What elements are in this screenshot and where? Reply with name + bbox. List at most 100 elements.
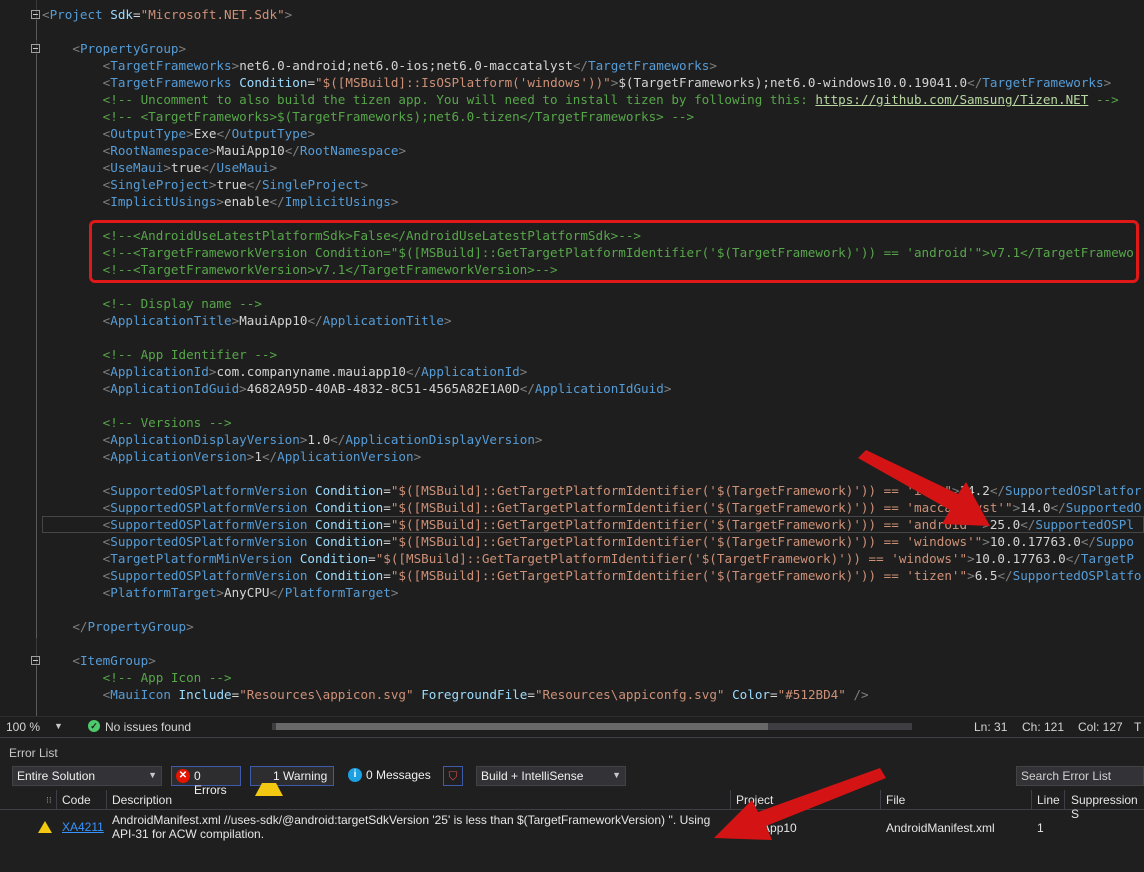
header-file[interactable]: File xyxy=(886,793,905,807)
code-line[interactable]: <SingleProject>true</SingleProject> xyxy=(42,176,1144,193)
code-line[interactable]: <!--<TargetFrameworkVersion>v7.1</Target… xyxy=(42,261,1144,278)
line-number: Ln: 31 xyxy=(974,720,1008,734)
code-line[interactable]: <SupportedOSPlatformVersion Condition="$… xyxy=(42,533,1144,550)
header-project[interactable]: Project xyxy=(736,793,773,807)
code-line[interactable]: <TargetPlatformMinVersion Condition="$([… xyxy=(42,550,1144,567)
code-line[interactable]: <SupportedOSPlatformVersion Condition="$… xyxy=(42,516,1144,533)
code-token: </ xyxy=(519,381,535,396)
errors-filter-button[interactable]: ✕ 0 Errors xyxy=(171,766,241,797)
code-token: </ xyxy=(572,58,588,73)
tabs-indicator[interactable]: T xyxy=(1134,720,1141,734)
code-line[interactable]: <!--<AndroidUseLatestPlatformSdk>False</… xyxy=(42,227,1144,244)
code-token: "Resources\appiconfg.svg" xyxy=(534,687,725,702)
code-line[interactable] xyxy=(42,635,1144,652)
code-line[interactable] xyxy=(42,210,1144,227)
code-line[interactable]: <MauiIcon Include="Resources\appicon.svg… xyxy=(42,686,1144,703)
code-token: > xyxy=(269,160,278,175)
code-line[interactable] xyxy=(42,601,1144,618)
zoom-level[interactable]: 100 % xyxy=(6,720,40,734)
code-token: OutputType xyxy=(110,126,187,141)
code-lines[interactable]: <Project Sdk="Microsoft.NET.Sdk"> <Prope… xyxy=(42,6,1144,703)
code-line[interactable]: <!-- App Icon --> xyxy=(42,669,1144,686)
code-editor[interactable]: <Project Sdk="Microsoft.NET.Sdk"> <Prope… xyxy=(0,0,1144,716)
code-token: TargetFrameworks xyxy=(982,75,1104,90)
code-token: "$([MSBuild]::GetTargetPlatformIdentifie… xyxy=(390,483,952,498)
code-token: </ xyxy=(1050,500,1066,515)
search-error-list-input[interactable]: Search Error List xyxy=(1016,766,1144,786)
error-list-panel: Error List Entire Solution ▼ ✕ 0 Errors … xyxy=(0,737,1144,872)
build-filter-dropdown[interactable]: Build + IntelliSense ▼ xyxy=(476,766,626,786)
scrollbar-thumb[interactable] xyxy=(276,723,768,730)
header-line[interactable]: Line xyxy=(1037,793,1060,807)
code-line[interactable]: <OutputType>Exe</OutputType> xyxy=(42,125,1144,142)
warnings-filter-button[interactable]: 1 Warning xyxy=(250,766,334,796)
code-line[interactable]: <!--<TargetFrameworkVersion Condition="$… xyxy=(42,244,1144,261)
code-token: > xyxy=(413,449,422,464)
code-line[interactable]: <!-- <TargetFrameworks>$(TargetFramework… xyxy=(42,108,1144,125)
code-token: "$([MSBuild]::GetTargetPlatformIdentifie… xyxy=(390,500,1013,515)
chevron-down-icon[interactable]: ▼ xyxy=(54,721,63,731)
code-line[interactable] xyxy=(42,465,1144,482)
code-line[interactable]: <ApplicationId>com.companyname.mauiapp10… xyxy=(42,363,1144,380)
header-description[interactable]: Description xyxy=(112,793,172,807)
code-line[interactable] xyxy=(42,23,1144,40)
sort-icon[interactable]: ⁝⁝ xyxy=(46,795,52,806)
check-icon: ✓ xyxy=(88,720,100,732)
code-link[interactable]: https://github.com/Samsung/Tizen.NET xyxy=(815,92,1088,107)
table-row[interactable]: XA4211 AndroidManifest.xml //uses-sdk/@a… xyxy=(0,810,1144,846)
code-line[interactable]: </PropertyGroup> xyxy=(42,618,1144,635)
code-token: Condition xyxy=(315,517,384,532)
code-line[interactable]: <UseMaui>true</UseMaui> xyxy=(42,159,1144,176)
code-token: <!-- Uncomment to also build the tizen a… xyxy=(102,92,816,107)
code-line[interactable] xyxy=(42,329,1144,346)
code-token: <!-- Display name --> xyxy=(102,296,262,311)
code-token: RootNamespace xyxy=(110,143,209,158)
code-line[interactable]: <Project Sdk="Microsoft.NET.Sdk"> xyxy=(42,6,1144,23)
code-token: = xyxy=(383,500,391,515)
fold-toggle-project-icon[interactable] xyxy=(31,10,40,19)
code-line[interactable]: <!-- Display name --> xyxy=(42,295,1144,312)
code-line[interactable]: <SupportedOSPlatformVersion Condition="$… xyxy=(42,482,1144,499)
code-line[interactable] xyxy=(42,397,1144,414)
code-line[interactable]: <!-- Uncomment to also build the tizen a… xyxy=(42,91,1144,108)
code-line[interactable]: <ApplicationTitle>MauiApp10</Application… xyxy=(42,312,1144,329)
code-line[interactable]: <PropertyGroup> xyxy=(42,40,1144,57)
issues-status[interactable]: No issues found xyxy=(105,720,191,734)
code-line[interactable]: <ApplicationDisplayVersion>1.0</Applicat… xyxy=(42,431,1144,448)
fold-toggle-itemgroup-icon[interactable] xyxy=(31,656,40,665)
code-line[interactable]: <!-- App Identifier --> xyxy=(42,346,1144,363)
code-line[interactable]: <TargetFrameworks>net6.0-android;net6.0-… xyxy=(42,57,1144,74)
code-line[interactable]: <PlatformTarget>AnyCPU</PlatformTarget> xyxy=(42,584,1144,601)
error-code-link[interactable]: XA4211 xyxy=(62,820,104,834)
code-token: </ xyxy=(1020,517,1036,532)
code-token: </ xyxy=(269,194,285,209)
code-token: 10.0.17763.0 xyxy=(989,534,1081,549)
code-line[interactable]: <RootNamespace>MauiApp10</RootNamespace> xyxy=(42,142,1144,159)
code-line[interactable]: <ItemGroup> xyxy=(42,652,1144,669)
code-line[interactable]: <SupportedOSPlatformVersion Condition="$… xyxy=(42,567,1144,584)
code-line[interactable]: <ImplicitUsings>enable</ImplicitUsings> xyxy=(42,193,1144,210)
code-line[interactable] xyxy=(42,278,1144,295)
code-token: > xyxy=(216,585,225,600)
code-token: "$([MSBuild]::GetTargetPlatformIdentifie… xyxy=(390,517,983,532)
code-token: ApplicationIdGuid xyxy=(110,381,240,396)
messages-filter-button[interactable]: i 0 Messages xyxy=(344,766,436,786)
scope-dropdown[interactable]: Entire Solution ▼ xyxy=(12,766,162,786)
header-code[interactable]: Code xyxy=(62,793,91,807)
code-token: SupportedOSPlatformVersion xyxy=(110,500,308,515)
fold-toggle-propertygroup-icon[interactable] xyxy=(31,44,40,53)
filter-icon[interactable]: ⛉ xyxy=(443,766,463,786)
code-token: > xyxy=(1103,75,1112,90)
code-line[interactable]: <SupportedOSPlatformVersion Condition="$… xyxy=(42,499,1144,516)
code-line[interactable]: <ApplicationVersion>1</ApplicationVersio… xyxy=(42,448,1144,465)
code-line[interactable]: <TargetFrameworks Condition="$([MSBuild]… xyxy=(42,74,1144,91)
horizontal-scrollbar[interactable] xyxy=(272,723,912,730)
code-line[interactable]: <ApplicationIdGuid>4682A95D-40AB-4832-8C… xyxy=(42,380,1144,397)
code-token: </ xyxy=(307,313,323,328)
code-line[interactable]: <!-- Versions --> xyxy=(42,414,1144,431)
code-token: </ xyxy=(1080,534,1097,549)
